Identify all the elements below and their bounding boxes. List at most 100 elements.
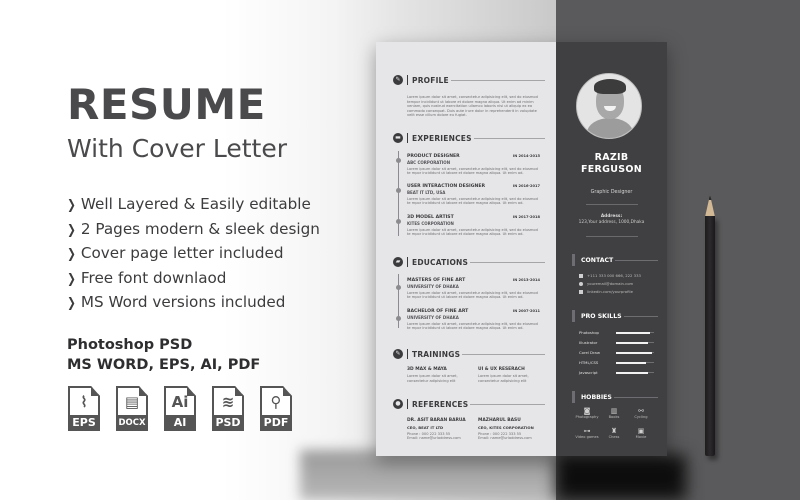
bicycle-icon: ⚯ — [638, 407, 644, 415]
resume-preview: ✎ PROFILE Lorem ipsum dolor sit amet, co… — [376, 42, 667, 456]
gamepad-icon: ⊶ — [583, 427, 591, 435]
person-name: RAZIB FERGUSON — [580, 152, 643, 175]
skill-name: Javascript — [579, 370, 598, 375]
skill-row: Javascript — [579, 370, 654, 375]
skill-bar — [616, 351, 654, 354]
books-icon: ▥ — [610, 407, 618, 415]
hobby-item: ◙ Photography — [574, 407, 600, 419]
references-list: DR. ASIT BARAN BARUA CEO, BEAT IT LTD Ph… — [407, 418, 542, 441]
skill-bar — [616, 361, 654, 364]
divider — [586, 236, 638, 237]
training-item: 3D MAX & MAYA Lorem ipsum dolor sit amet… — [407, 367, 458, 383]
linkedin-icon — [579, 289, 583, 294]
skill-bar-fill — [616, 361, 647, 364]
file-format-icons: ⌇ EPS ▤ DOCX Ai AI ≋ PSD ⚲ PDF — [68, 386, 292, 431]
section-profile: ✎ PROFILE — [393, 75, 545, 85]
edit-icon: ✎ — [393, 75, 403, 85]
hero-title: RESUME — [67, 80, 266, 129]
experience-entry: USER INTERACTION DESIGNER IN 2016-2017 BE… — [407, 184, 540, 206]
psd-file-icon: ≋ PSD — [212, 386, 244, 431]
skill-row: Photoshop — [579, 330, 654, 335]
paper-shadow — [300, 450, 556, 500]
section-educations: ▰ EDUCATIONS — [393, 257, 545, 267]
user-icon: ● — [393, 399, 403, 409]
experience-entry: PRODUCT DESIGNER IN 2014-2015 ABC CORPORA… — [407, 154, 540, 176]
hobby-label: Books — [608, 415, 620, 419]
section-references: ● REFERENCES — [393, 399, 545, 409]
training-item: UI & UX RESERACH Lorem ipsum dolor sit a… — [478, 367, 529, 383]
chevron-right-icon: ❯ — [67, 271, 76, 287]
skill-bar — [616, 331, 654, 334]
timeline-dot — [396, 188, 401, 193]
contact-linkedin: linkedin.com/yourprofile — [579, 289, 633, 294]
paper-shadow-dark — [556, 455, 686, 500]
reference-item: DR. ASIT BARAN BARUA CEO, BEAT IT LTD Ph… — [407, 418, 466, 441]
chevron-right-icon: ❯ — [67, 247, 76, 262]
eps-file-icon: ⌇ EPS — [68, 386, 100, 431]
feature-item: ❯ 2 Pages modern & sleek design — [66, 218, 320, 243]
skill-name: Illustrator — [579, 340, 598, 345]
skill-row: HTML/CSS — [579, 360, 654, 365]
skill-bar — [616, 371, 654, 374]
hobby-label: Photography — [575, 415, 599, 419]
skill-row: Illustrator — [579, 340, 654, 345]
hobby-label: Cycling — [634, 415, 648, 419]
feature-list: ❯ Well Layered & Easily editable ❯ 2 Pages… — [66, 193, 320, 316]
skill-bar-fill — [616, 341, 649, 344]
skill-name: Corel Draw — [579, 350, 600, 355]
hobby-item: ⚯ Cycling — [628, 407, 654, 419]
section-contact: CONTACT — [572, 254, 658, 266]
formats-text: Photoshop PSD MS WORD, EPS, AI, PDF — [67, 337, 261, 373]
contact-phone: +111 333 000 666, 222 333 — [579, 273, 641, 278]
feature-item: ❯ Cover page letter included — [66, 242, 320, 267]
address-value: 123,Your address, 1000,Dhaka — [578, 220, 645, 225]
timeline-dot — [396, 316, 401, 321]
hobby-item: ♜ Chess — [601, 427, 627, 439]
feature-item: ❯ Free font downlaod — [66, 267, 320, 292]
hero-subtitle: With Cover Letter — [67, 134, 287, 163]
section-hobbies: HOBBIES — [572, 391, 658, 403]
chevron-right-icon: ❯ — [67, 296, 76, 311]
address-label: Address: — [600, 214, 623, 219]
timeline-dot — [396, 285, 401, 290]
feature-item: ❯ Well Layered & Easily editable — [66, 193, 320, 218]
hobby-label: Movie — [635, 435, 647, 439]
pdf-file-icon: ⚲ PDF — [260, 386, 292, 431]
hobby-item: ▣ Movie — [628, 427, 654, 439]
feature-item: ❯ MS Word versions included — [66, 291, 320, 316]
hobby-label: Chess — [608, 435, 620, 439]
skill-bar-fill — [616, 351, 653, 354]
phone-icon — [579, 273, 583, 278]
chess-icon: ♜ — [610, 427, 618, 435]
experience-entry: 3D MODEL ARTIST IN 2017-2018 KITES CORPOR… — [407, 215, 540, 237]
hobby-item: ⊶ Video games — [574, 427, 600, 439]
docx-file-icon: ▤ DOCX — [116, 386, 148, 431]
briefcase-icon: ▬ — [393, 133, 403, 143]
contact-email: youremail@domain.com — [579, 281, 633, 286]
section-pro-skills: PRO SKILLS — [572, 310, 658, 322]
divider — [586, 204, 638, 205]
globe-icon — [579, 281, 583, 286]
hobby-item: ▥ Books — [601, 407, 627, 419]
profile-text: Lorem ipsum dolor sit amet, consectetur … — [407, 95, 538, 118]
timeline-dot — [396, 219, 401, 224]
skill-bar-fill — [616, 331, 651, 334]
education-entry: BACHELOR OF FINE ART IN 2007-2011 UNIVERS… — [407, 309, 540, 331]
camera-icon: ◙ — [583, 407, 591, 415]
reference-item: MAZHARUL BASU CEO, KITES CORPORATION Pho… — [478, 418, 534, 441]
section-trainings: ✎ TRAININGS — [393, 349, 545, 359]
graduation-cap-icon: ▰ — [393, 257, 403, 267]
pencil-decoration — [705, 195, 715, 457]
skill-name: Photoshop — [579, 330, 599, 335]
skill-name: HTML/CSS — [579, 360, 599, 365]
trainings-list: 3D MAX & MAYA Lorem ipsum dolor sit amet… — [407, 367, 542, 383]
ai-file-icon: Ai AI — [164, 386, 196, 431]
skill-bar — [616, 341, 654, 344]
movie-icon: ▣ — [637, 427, 645, 435]
chevron-right-icon: ❯ — [67, 222, 76, 238]
job-title: Graphic Designer — [590, 190, 633, 195]
hobby-label: Video games — [575, 435, 599, 439]
profile-photo — [576, 73, 642, 139]
timeline-dot — [396, 158, 401, 163]
skill-bar-fill — [616, 371, 649, 374]
